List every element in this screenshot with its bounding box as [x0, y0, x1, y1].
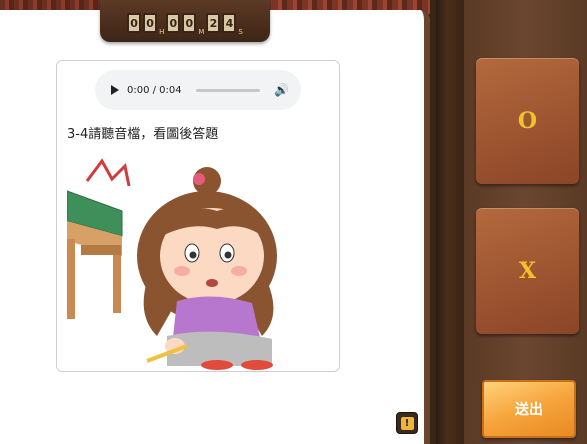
answer-o-button[interactable]: O [476, 58, 579, 184]
play-icon[interactable] [111, 85, 119, 95]
question-text: 3-4請聽音檔，看圖後答題 [67, 127, 219, 142]
timer-unit-hours: H [159, 28, 165, 36]
submit-button[interactable]: 送出 [482, 380, 576, 438]
girl-illustration [67, 158, 277, 370]
audio-progress-track[interactable] [195, 88, 261, 92]
audio-time: 0:00 / 0:04 [127, 84, 182, 96]
exclamation-icon: ! [400, 416, 414, 430]
question-card: 0:00 / 0:04 🔊 3-4請聽音檔，看圖後答題 [56, 60, 340, 372]
timer-digit: 0 [143, 13, 158, 33]
timer-digit: 4 [222, 13, 237, 33]
timer-unit-seconds: S [238, 28, 243, 36]
report-button[interactable]: ! [396, 412, 418, 434]
volume-icon[interactable]: 🔊 [274, 83, 289, 97]
timer-digit: 0 [182, 13, 197, 33]
answer-x-button[interactable]: X [476, 208, 579, 334]
timer-unit-minutes: M [198, 28, 205, 36]
timer-board: 0 0 H 0 0 M 2 4 S [100, 0, 270, 42]
panel-divider [436, 0, 464, 444]
timer-digit: 0 [127, 13, 142, 33]
audio-player: 0:00 / 0:04 🔊 [95, 70, 301, 110]
timer-digit: 2 [206, 13, 221, 33]
timer-digit: 0 [166, 13, 181, 33]
